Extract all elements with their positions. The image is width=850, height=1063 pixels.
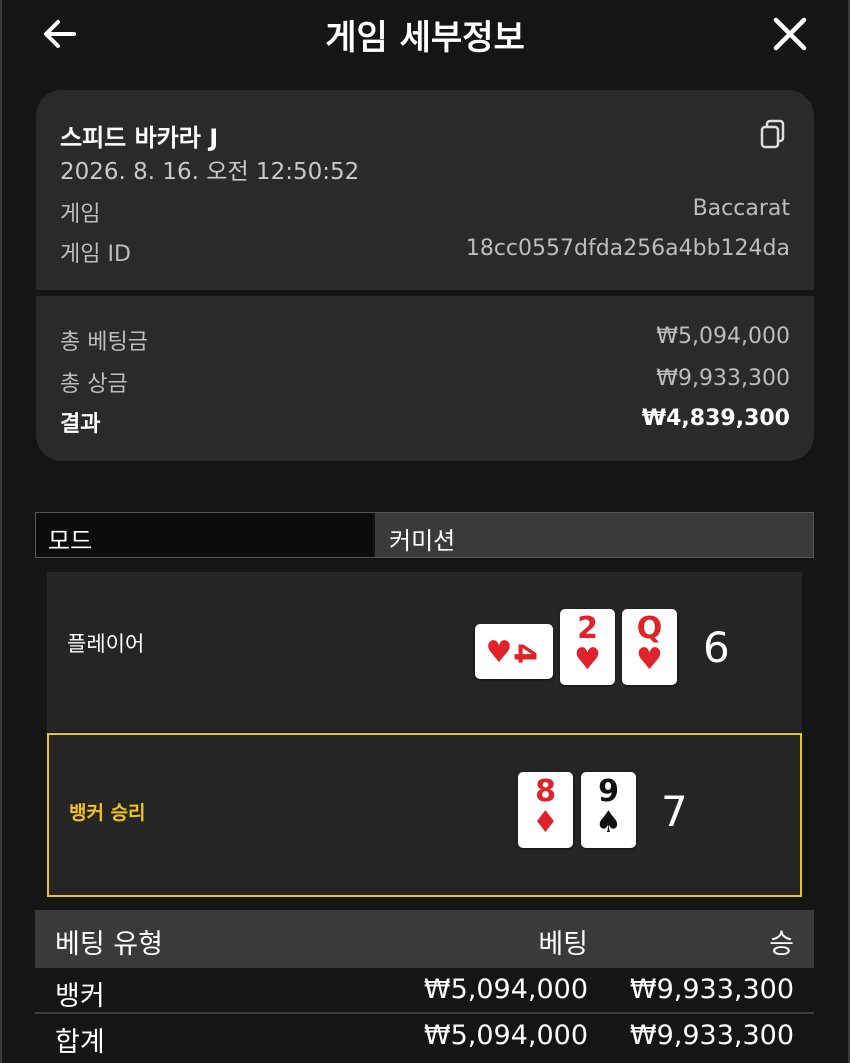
game-id-value: 18cc0557dfda256a4bb124da (465, 236, 790, 261)
bet-table-header: 베팅 유형 베팅 승 (35, 910, 814, 968)
result-value: ₩4,839,300 (641, 406, 790, 431)
header-win: 승 (769, 929, 794, 960)
close-icon (773, 17, 807, 51)
card-rank: 9 (598, 774, 619, 809)
total-win-label: 총 상금 (60, 372, 128, 397)
game-info-card: 스피드 바카라 J 2026. 8. 16. 오전 12:50:52 게임 Ba… (36, 90, 814, 461)
copy-button[interactable] (758, 118, 788, 152)
mode-value-cell: 커미션 (373, 513, 813, 557)
card-rank: Q (636, 611, 663, 646)
player-hand-panel: 플레이어 ♥ 4 2 ♥ Q ♥ 6 (47, 572, 802, 732)
card-rank: 8 (535, 774, 556, 809)
banker-card-2: 9 ♠ (581, 772, 636, 848)
banker-label: 뱅커 승리 (69, 802, 146, 824)
game-datetime: 2026. 8. 16. 오전 12:50:52 (60, 159, 360, 185)
player-card-3: Q ♥ (622, 609, 677, 685)
spade-icon: ♠ (595, 805, 622, 840)
bet-type-cell: 뱅커 (55, 981, 105, 1012)
table-row: 합계 ₩5,094,000 ₩9,933,300 (35, 1016, 814, 1061)
game-type-value: Baccarat (692, 196, 790, 221)
player-card-1: ♥ 4 (475, 624, 553, 679)
player-card-2: 2 ♥ (560, 609, 615, 685)
copy-icon (760, 119, 785, 149)
card-rank: 4 (506, 643, 542, 664)
mode-value: 커미션 (389, 527, 456, 555)
win-amount-cell: ₩9,933,300 (629, 974, 794, 1005)
card-rank: 2 (577, 611, 598, 646)
heart-icon: ♥ (636, 642, 663, 677)
table-row: 뱅커 ₩5,094,000 ₩9,933,300 (35, 970, 814, 1015)
row-divider (35, 1012, 814, 1014)
total-bet-value: ₩5,094,000 (656, 324, 790, 349)
banker-card-1: 8 ♦ (518, 772, 573, 848)
bet-type-cell: 합계 (55, 1027, 105, 1058)
player-score: 6 (703, 623, 730, 672)
win-amount-cell: ₩9,933,300 (629, 1020, 794, 1051)
player-label: 플레이어 (67, 632, 145, 656)
banker-score: 7 (661, 787, 688, 836)
mode-label: 모드 (48, 527, 93, 555)
close-button[interactable] (768, 12, 812, 56)
heart-icon: ♥ (574, 642, 601, 677)
mode-bar: 모드 커미션 (35, 512, 814, 558)
diamond-icon: ♦ (532, 805, 559, 840)
result-label: 결과 (60, 412, 101, 437)
mode-label-cell: 모드 (36, 513, 373, 557)
bet-amount-cell: ₩5,094,000 (423, 974, 588, 1005)
total-bet-label: 총 베팅금 (60, 330, 148, 355)
total-win-value: ₩9,933,300 (656, 366, 790, 391)
game-name: 스피드 바카라 J (60, 124, 219, 152)
game-id-label: 게임 ID (60, 242, 131, 267)
bet-amount-cell: ₩5,094,000 (423, 1020, 588, 1051)
header: 게임 세부정보 (0, 0, 850, 70)
game-type-label: 게임 (60, 202, 101, 227)
header-bet-type: 베팅 유형 (55, 929, 163, 960)
page-title: 게임 세부정보 (325, 18, 525, 58)
banker-hand-panel: 뱅커 승리 8 ♦ 9 ♠ 7 (47, 733, 802, 897)
header-bet: 베팅 (538, 929, 588, 960)
divider (36, 290, 814, 296)
